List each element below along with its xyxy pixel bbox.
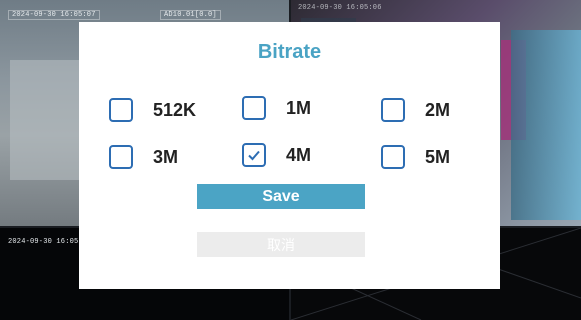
- option-label: 4M: [286, 144, 312, 165]
- option-5m[interactable]: 5M: [381, 145, 450, 169]
- option-label: 3M: [153, 146, 179, 167]
- checkbox[interactable]: [242, 96, 266, 120]
- option-2m[interactable]: 2M: [381, 98, 450, 122]
- camera-timestamp: 2024-09-30 16:05:06: [298, 4, 382, 12]
- checkmark-icon: [248, 150, 260, 161]
- option-4m[interactable]: 4M: [242, 143, 311, 167]
- dialog-title: Bitrate: [257, 41, 322, 63]
- save-button[interactable]: Save: [197, 184, 365, 209]
- option-label: 512K: [153, 99, 197, 120]
- option-label: 1M: [286, 97, 312, 118]
- checkbox[interactable]: [109, 145, 133, 169]
- option-1m[interactable]: 1M: [242, 96, 311, 120]
- option-label: 2M: [425, 99, 451, 120]
- camera-timestamp: 2024-09-30 16:05:07: [8, 10, 100, 20]
- checkbox-checked[interactable]: [242, 143, 266, 167]
- checkbox[interactable]: [109, 98, 133, 122]
- checkbox[interactable]: [381, 145, 405, 169]
- cancel-button[interactable]: 取消: [197, 232, 365, 257]
- option-512k[interactable]: 512K: [109, 98, 196, 122]
- option-3m[interactable]: 3M: [109, 145, 178, 169]
- camera-scene: [511, 30, 581, 220]
- bitrate-dialog: Bitrate 512K 1M 2M 3M 4M 5M Save 取消: [79, 22, 500, 289]
- option-label: 5M: [425, 146, 451, 167]
- checkbox[interactable]: [381, 98, 405, 122]
- camera-channel-label: AD10.01[0.0]: [160, 10, 221, 20]
